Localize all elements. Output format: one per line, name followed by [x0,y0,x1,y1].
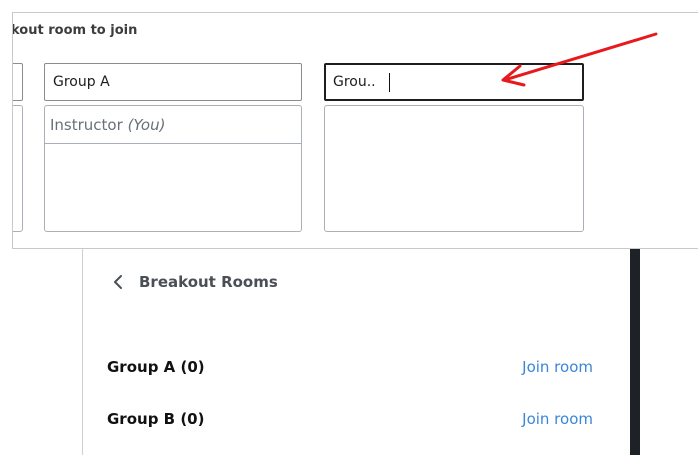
room-participant-count: (0) [180,410,205,428]
room-row: Group A (0) Join room [107,356,593,380]
new-group-member-list[interactable] [324,105,584,232]
breakout-rooms-back-button[interactable]: Breakout Rooms [109,273,278,291]
group-a-name-input[interactable] [44,63,302,101]
new-group-name-input[interactable] [324,63,584,101]
breakout-rooms-title: Breakout Rooms [139,273,278,291]
member-you-tag: (You) [127,116,166,134]
room-participant-count: (0) [180,358,205,376]
chevron-left-icon [114,275,122,289]
room-row: Group B (0) Join room [107,408,593,432]
room-name-label: Group A (0) [107,358,205,376]
member-list-partial[interactable] [13,105,23,232]
group-name-input-partial[interactable] [13,63,23,101]
room-name-label: Group B (0) [107,410,204,428]
text-caret [389,73,390,92]
member-name: Instructor [50,116,123,134]
join-room-link[interactable]: Join room [522,358,593,376]
member-item[interactable]: Instructor (You) [45,106,301,144]
room-name: Group A [107,358,176,376]
breakout-rooms-panel: Breakout Rooms Group A (0) Join room Gro… [82,249,640,455]
group-a-member-list[interactable]: Instructor (You) [44,105,302,232]
scrollbar[interactable] [630,249,640,455]
breakout-assignment-panel: kout room to join Instructor (You) [12,12,698,249]
join-room-link[interactable]: Join room [522,410,593,428]
screenshot-stage: kout room to join Instructor (You) Break… [0,0,698,455]
room-name: Group B [107,410,176,428]
panel-heading: kout room to join [12,23,138,38]
